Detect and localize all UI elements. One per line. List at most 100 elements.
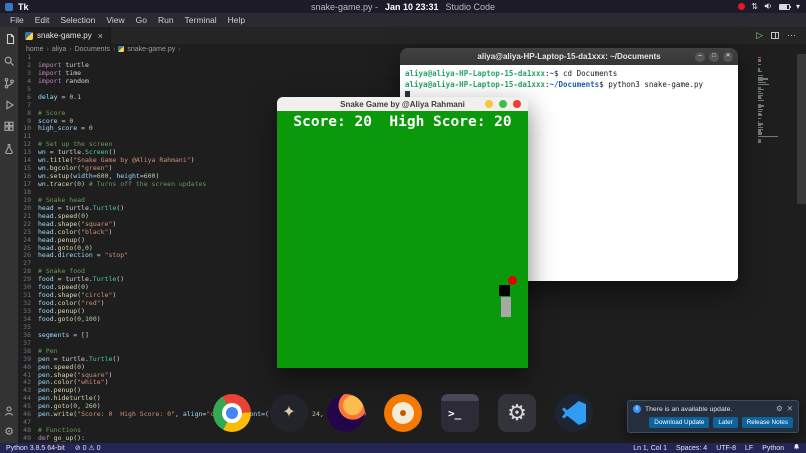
snake-head (499, 285, 510, 296)
run-python-file-icon[interactable]: ▷ (756, 31, 763, 40)
tab-bar: snake-game.py × ▷ ⋯ (18, 27, 806, 44)
status-ln-1-col-1[interactable]: Ln 1, Col 1 (633, 445, 667, 452)
volume-icon (764, 2, 773, 12)
dock-icon-terminal[interactable] (441, 394, 479, 432)
breadcrumb-separator: › (69, 46, 71, 53)
activity-bar: ⚙ (0, 27, 18, 443)
focused-app-name: Tk (18, 2, 29, 12)
clock[interactable]: Jan 10 23:31 (385, 2, 439, 12)
breadcrumb-item[interactable]: aliya (52, 46, 66, 53)
tab-label: snake-game.py (37, 31, 92, 40)
later-button[interactable]: Later (713, 417, 737, 428)
game-title-bar[interactable]: Snake Game by @Aliya Rahmani (277, 97, 528, 111)
game-title: Snake Game by @Aliya Rahmani (340, 100, 465, 109)
breadcrumb-separator: › (47, 46, 49, 53)
top-panel: Tk snake-game.py - Jan 10 23:31 Studio C… (0, 0, 806, 13)
desktop: Tk snake-game.py - Jan 10 23:31 Studio C… (0, 0, 806, 453)
more-actions-icon[interactable]: ⋯ (787, 31, 797, 40)
food (508, 276, 517, 285)
notification-message: There is an available update. (645, 406, 772, 413)
python-icon (25, 32, 33, 40)
dock (213, 394, 593, 432)
dock-icon-firefox[interactable] (327, 394, 365, 432)
release-notes-button[interactable]: Release Notes (742, 417, 793, 428)
window-title-right: Studio Code (446, 2, 496, 12)
breadcrumb-item[interactable]: snake-game.py (127, 46, 175, 53)
update-notification: i There is an available update. ⚙ ✕ Down… (627, 400, 799, 433)
terminal-line: aliya@aliya-HP-Laptop-15-da1xxx:~/Docume… (405, 80, 733, 91)
dock-icon-chrome[interactable] (213, 394, 251, 432)
notification-settings-icon[interactable]: ⚙ (776, 405, 783, 413)
game-canvas: Score: 20 High Score: 20 (277, 111, 528, 368)
search-icon[interactable] (3, 54, 16, 67)
status-lf[interactable]: LF (745, 445, 753, 452)
terminal-line: aliya@aliya-HP-Laptop-15-da1xxx:~$ cd Do… (405, 69, 733, 80)
menu-terminal[interactable]: Terminal (180, 15, 222, 25)
maximize-button[interactable] (499, 100, 507, 108)
minimap[interactable] (758, 55, 780, 145)
terminal-title-bar[interactable]: aliya@aliya-HP-Laptop-15-da1xxx: ~/Docum… (400, 48, 738, 65)
menu-file[interactable]: File (5, 15, 29, 25)
notifications-bell-icon[interactable] (793, 443, 800, 453)
python-interpreter[interactable]: Python 3.8.5 64-bit (6, 445, 65, 452)
split-editor-icon[interactable] (771, 32, 779, 39)
status-bar: Python 3.8.5 64-bit ⊘ 0 ⚠ 0 Ln 1, Col 1 S… (0, 443, 806, 453)
game-window-controls (485, 100, 521, 108)
breadcrumb-separator: › (178, 46, 180, 53)
tab-close-icon[interactable]: × (98, 31, 103, 41)
python-icon (118, 46, 124, 52)
dock-icon-vscode[interactable] (555, 394, 593, 432)
status-python[interactable]: Python (762, 445, 784, 452)
menu-go[interactable]: Go (131, 15, 152, 25)
score-display: Score: 20 High Score: 20 (277, 114, 528, 130)
menu-view[interactable]: View (101, 15, 129, 25)
notification-close-icon[interactable]: ✕ (787, 405, 793, 413)
terminal-title: aliya@aliya-HP-Laptop-15-da1xxx: ~/Docum… (477, 52, 660, 61)
download-update-button[interactable]: Download Update (649, 417, 709, 428)
problems-indicator[interactable]: ⊘ 0 ⚠ 0 (75, 444, 101, 452)
game-window: Snake Game by @Aliya Rahmani Score: 20 H… (277, 97, 528, 368)
explorer-icon[interactable] (3, 32, 16, 45)
dock-icon-settings[interactable] (498, 394, 536, 432)
source-control-icon[interactable] (3, 76, 16, 89)
account-icon[interactable] (3, 404, 16, 417)
system-tray[interactable]: ⇅ ▾ (738, 2, 806, 12)
editor-scrollbar[interactable] (797, 54, 806, 443)
recording-icon (738, 3, 745, 10)
battery-icon (779, 4, 790, 10)
code-line: 41pen.shape("square") (18, 372, 806, 380)
dock-icon-app[interactable] (270, 394, 308, 432)
info-icon: i (633, 405, 641, 413)
dock-icon-camera[interactable] (384, 394, 422, 432)
breadcrumb-item[interactable]: home (26, 46, 44, 53)
minimize-button[interactable]: – (695, 52, 705, 62)
menu-selection[interactable]: Selection (55, 15, 100, 25)
terminal-window-controls: –□ × (695, 52, 733, 62)
maximize-button[interactable]: □ (709, 52, 719, 62)
snake-segment (501, 307, 511, 317)
breadcrumb-separator: › (113, 46, 115, 53)
menu-bar: FileEditSelectionViewGoRunTerminalHelp (0, 13, 806, 27)
app-icon (5, 3, 13, 11)
scrollbar-thumb[interactable] (797, 54, 806, 204)
extensions-icon[interactable] (3, 120, 16, 133)
close-button[interactable]: × (723, 52, 733, 62)
testing-icon[interactable] (3, 142, 16, 155)
code-line: 49def go_up(): (18, 435, 806, 443)
snake-segment (501, 297, 511, 307)
run-debug-icon[interactable] (3, 98, 16, 111)
menu-run[interactable]: Run (153, 15, 179, 25)
code-line: 42pen.color("white") (18, 379, 806, 387)
minimize-button[interactable] (485, 100, 493, 108)
breadcrumb-item[interactable]: Documents (75, 46, 110, 53)
status-utf-8[interactable]: UTF-8 (716, 445, 736, 452)
window-title-left: snake-game.py - (311, 2, 378, 12)
menu-help[interactable]: Help (223, 15, 250, 25)
close-button[interactable] (513, 100, 521, 108)
menu-edit[interactable]: Edit (30, 15, 55, 25)
settings-gear-icon[interactable]: ⚙ (3, 426, 16, 439)
status-spaces-4[interactable]: Spaces: 4 (676, 445, 707, 452)
tab-snake-game[interactable]: snake-game.py × (18, 27, 111, 44)
tray-chevron-icon: ▾ (796, 3, 800, 11)
network-icon: ⇅ (751, 3, 758, 11)
